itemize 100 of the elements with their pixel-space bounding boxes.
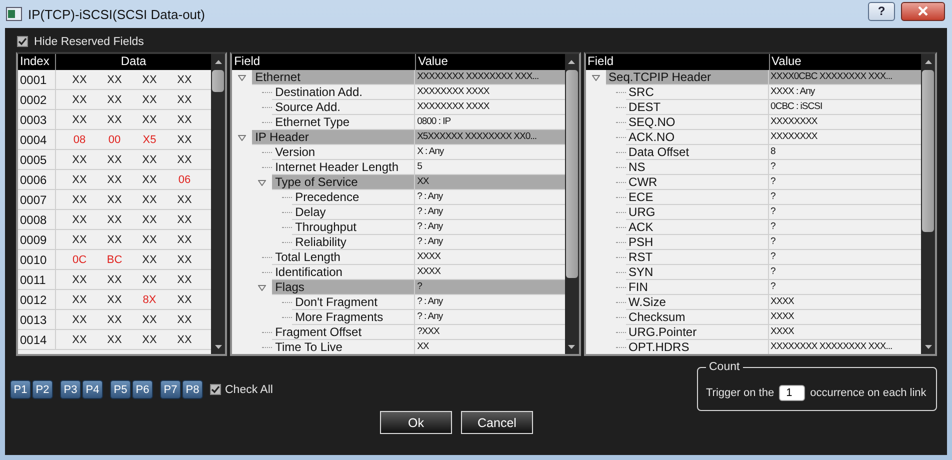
data-cell-text: XX — [71, 214, 88, 226]
field-name: Delay — [292, 205, 416, 220]
field-value: XX — [415, 175, 565, 190]
count-field[interactable]: 1 — [779, 385, 806, 401]
port-button[interactable]: P8 — [182, 380, 203, 399]
scroll-thumb[interactable] — [566, 70, 578, 278]
data-cell-text: XX — [106, 174, 123, 186]
field-value: ? : Any — [415, 235, 565, 250]
scroll-down-icon[interactable] — [214, 344, 222, 348]
cancel-button[interactable]: Cancel — [461, 411, 533, 434]
index-cell: 0009 — [18, 230, 56, 249]
field-value: XXXX — [415, 250, 565, 265]
data-cell-text: XX — [106, 74, 123, 86]
data-cell-text: XX — [141, 114, 158, 126]
help-button[interactable]: ? — [868, 2, 895, 20]
field-name: Precedence — [292, 190, 416, 205]
port-button[interactable]: P7 — [160, 380, 181, 399]
field-value: ? : Any — [415, 295, 565, 310]
port-button[interactable]: P4 — [82, 380, 103, 399]
expand-triangle-icon[interactable] — [592, 74, 600, 80]
field-name: Checksum — [626, 310, 769, 325]
data-cell-text: BC — [106, 254, 124, 266]
data-cell-text: 00 — [107, 134, 122, 146]
field-value: XXXX — [768, 325, 921, 340]
column-header: Index — [18, 54, 56, 70]
port-button[interactable]: P1 — [10, 380, 31, 399]
data-cell-text: XX — [71, 274, 88, 286]
expand-triangle-icon[interactable] — [238, 134, 246, 140]
data-cell-text: XX — [106, 94, 123, 106]
field-name: Destination Add. — [272, 85, 416, 100]
column-header: Data — [120, 54, 148, 70]
field-name: IP Header — [252, 130, 416, 145]
ok-button[interactable]: Ok — [380, 411, 452, 434]
index-cell: 0004 — [18, 130, 56, 149]
scrollbar[interactable] — [211, 54, 226, 354]
close-button[interactable] — [901, 2, 945, 20]
field-value: 0CBC : iSCSI — [768, 100, 921, 115]
data-cell-text: XX — [71, 174, 88, 186]
port-button[interactable]: P3 — [60, 380, 81, 399]
scroll-up-icon[interactable] — [924, 60, 932, 64]
expand-triangle-icon[interactable] — [258, 284, 266, 290]
field-name: SEQ.NO — [626, 115, 769, 130]
data-cell-text: 08 — [72, 134, 87, 146]
index-cell: 0006 — [18, 170, 56, 189]
checkbox[interactable] — [17, 36, 28, 47]
checkbox[interactable] — [210, 384, 221, 395]
field-name: CWR — [626, 175, 769, 190]
field-value: ? : Any — [415, 310, 565, 325]
scrollbar[interactable] — [921, 54, 935, 354]
expand-triangle-icon[interactable] — [258, 180, 266, 186]
data-cell-text: XX — [71, 114, 88, 126]
field-value: XXXXXXXX XXXX — [415, 100, 565, 115]
column-header: Value — [417, 54, 449, 70]
port-button[interactable]: P6 — [132, 380, 153, 399]
data-cell-text: XX — [141, 194, 158, 206]
scroll-up-icon[interactable] — [568, 60, 576, 64]
data-cell-text: XX — [176, 274, 193, 286]
data-cell-text: XX — [176, 254, 193, 266]
index-cell: 0008 — [18, 210, 56, 229]
data-cell-text: XX — [141, 254, 158, 266]
scroll-thumb[interactable] — [922, 70, 934, 232]
port-button[interactable]: P2 — [32, 380, 53, 399]
index-cell: 0014 — [18, 330, 56, 349]
data-cell-text: XX — [71, 74, 88, 86]
count-label: Trigger on the — [706, 387, 774, 399]
scroll-up-icon[interactable] — [214, 60, 222, 64]
data-cell-text: XX — [71, 294, 88, 306]
field-value: X : Any — [415, 145, 565, 160]
port-button[interactable]: P5 — [110, 380, 131, 399]
data-cell-text: XX — [176, 334, 193, 346]
field-name: ACK.NO — [626, 130, 769, 145]
field-value: XXXXXXXX XXXX — [415, 85, 565, 100]
index-cell: 0010 — [18, 250, 56, 269]
expand-triangle-icon[interactable] — [238, 74, 246, 80]
data-cell-text: XX — [71, 314, 88, 326]
data-cell-text: XX — [106, 194, 123, 206]
field-value: ? — [415, 280, 565, 295]
field-name: Type of Service — [272, 175, 416, 190]
data-cell-text: XX — [106, 294, 123, 306]
index-cell: 0003 — [18, 110, 56, 129]
field-name: Time To Live — [272, 340, 416, 354]
data-cell-text: XX — [106, 314, 123, 326]
data-cell-text: XX — [106, 154, 123, 166]
scrollbar[interactable] — [564, 54, 579, 354]
field-name: Reliability — [292, 235, 416, 250]
field-name: Seq.TCPIP Header — [606, 70, 769, 85]
data-cell-text: XX — [176, 234, 193, 246]
field-value: XXXX — [768, 295, 921, 310]
field-value: ? — [768, 190, 921, 205]
window-icon — [6, 7, 22, 21]
data-cell-text: XX — [71, 194, 88, 206]
field-value: ? — [768, 250, 921, 265]
scroll-down-icon[interactable] — [568, 344, 576, 348]
data-cell-text: XX — [71, 154, 88, 166]
field-value: ? — [768, 160, 921, 175]
data-cell-text: XX — [141, 314, 158, 326]
scroll-down-icon[interactable] — [924, 344, 932, 348]
data-cell-text: XX — [141, 94, 158, 106]
data-cell-text: 8X — [142, 294, 158, 306]
scroll-thumb[interactable] — [212, 70, 224, 92]
